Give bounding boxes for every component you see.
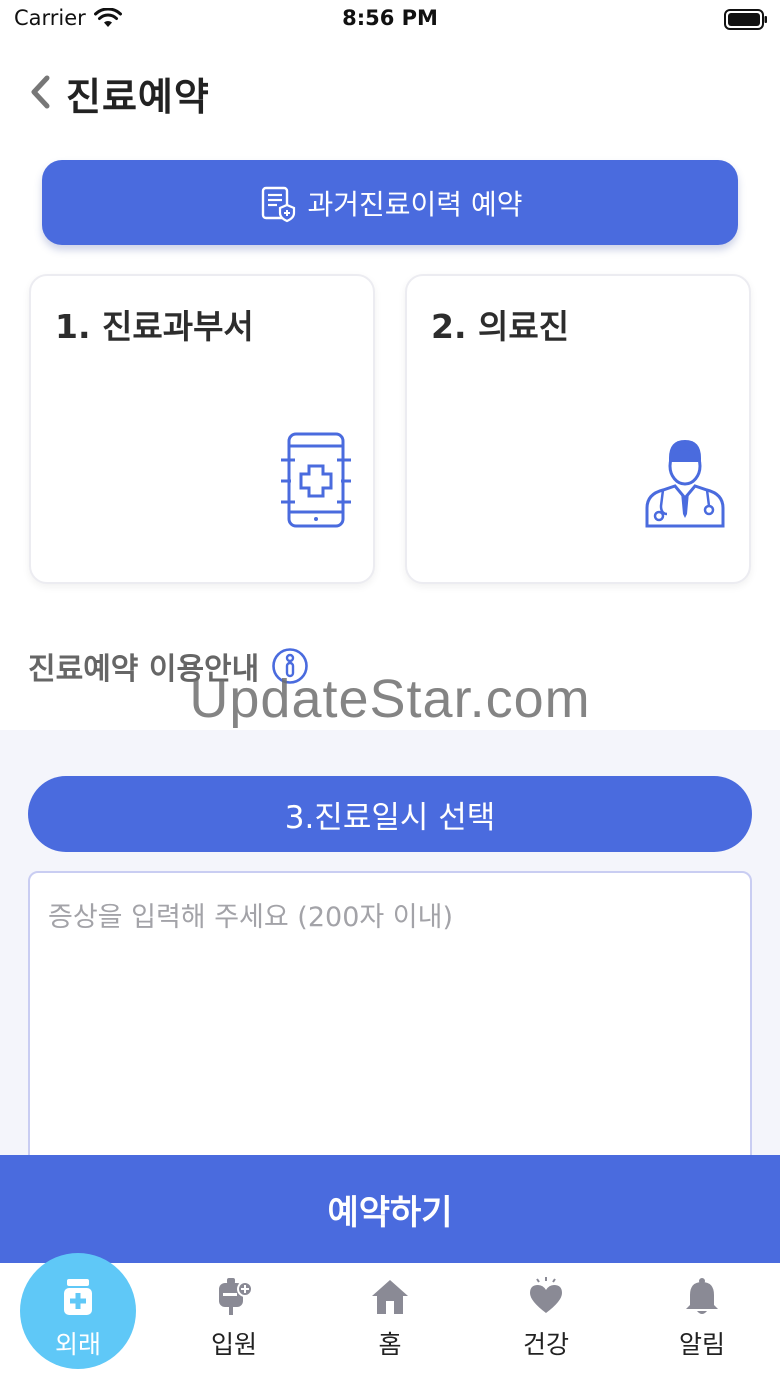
tab-notifications[interactable]: 알림 bbox=[624, 1263, 780, 1387]
tab-outpatient-label: 외래 bbox=[54, 1330, 101, 1359]
past-history-reservation-label: 과거진료이력 예약 bbox=[307, 187, 523, 221]
reserve-button-label: 예약하기 bbox=[327, 1192, 453, 1233]
doctor-card-title: 2. 의료진 bbox=[431, 307, 570, 346]
battery-icon bbox=[724, 9, 767, 30]
back-button[interactable] bbox=[22, 72, 58, 112]
document-shield-icon bbox=[261, 186, 295, 222]
status-bar: Carrier 8:56 PM bbox=[0, 0, 780, 40]
clock: 8:56 PM bbox=[342, 6, 438, 30]
heart-icon bbox=[530, 1277, 562, 1313]
doctor-icon bbox=[645, 440, 725, 528]
past-history-reservation-button[interactable]: 과거진료이력 예약 bbox=[42, 160, 738, 245]
select-date-label: 3.진료일시 선택 bbox=[284, 799, 496, 836]
medicine-bottle-icon bbox=[64, 1279, 92, 1315]
header: 진료예약 bbox=[0, 60, 780, 124]
tab-health-label: 건강 bbox=[522, 1330, 569, 1359]
department-select-card[interactable]: 1. 진료과부서 bbox=[29, 274, 375, 584]
tab-inpatient[interactable]: 입원 bbox=[156, 1263, 312, 1387]
department-card-title: 1. 진료과부서 bbox=[55, 307, 254, 346]
doctor-select-card[interactable]: 2. 의료진 bbox=[405, 274, 751, 584]
reserve-button[interactable]: 예약하기 bbox=[0, 1155, 780, 1263]
page-title: 진료예약 bbox=[66, 75, 210, 119]
watermark: UpdateStar.com bbox=[189, 669, 591, 729]
tab-inpatient-label: 입원 bbox=[210, 1330, 257, 1359]
symptom-input[interactable] bbox=[28, 871, 752, 1171]
tab-home[interactable]: 홈 bbox=[312, 1263, 468, 1387]
tab-health[interactable]: 건강 bbox=[468, 1263, 624, 1387]
bell-icon bbox=[686, 1278, 718, 1314]
iv-bag-icon bbox=[219, 1278, 253, 1315]
tab-home-label: 홈 bbox=[378, 1330, 402, 1359]
select-date-button[interactable]: 3.진료일시 선택 bbox=[28, 776, 752, 852]
home-icon bbox=[372, 1280, 408, 1314]
tab-outpatient[interactable]: 외래 bbox=[0, 1263, 156, 1387]
chevron-left-icon bbox=[31, 75, 50, 109]
bottom-tab-bar: 외래 입원 홈 건강 알림 bbox=[0, 1253, 780, 1387]
mobile-medical-cross-icon bbox=[281, 432, 351, 528]
tab-notifications-label: 알림 bbox=[678, 1330, 725, 1359]
